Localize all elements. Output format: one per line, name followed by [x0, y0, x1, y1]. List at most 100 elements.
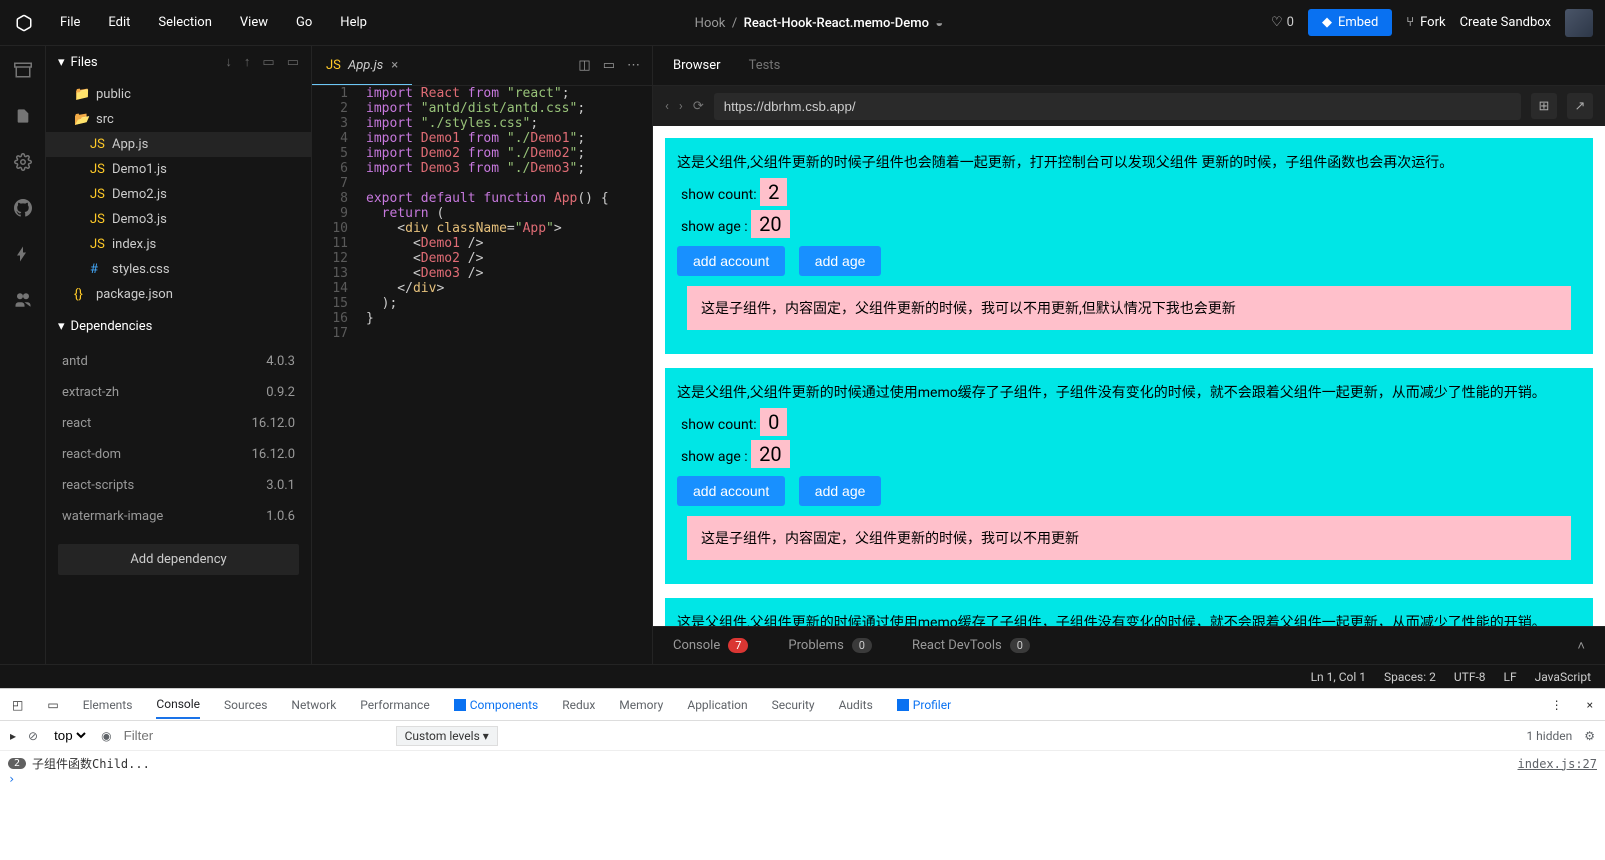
react-icon: [454, 699, 466, 711]
github-icon[interactable]: [13, 198, 33, 218]
menu-selection[interactable]: Selection: [158, 15, 211, 30]
tab-console[interactable]: Console7: [673, 638, 748, 653]
split-icon[interactable]: ◫: [578, 58, 590, 73]
folder-public[interactable]: 📁public: [46, 82, 311, 107]
file-demo1-js[interactable]: JSDemo1.js: [46, 157, 311, 182]
reload-icon[interactable]: ⟳: [693, 99, 704, 114]
tab-problems[interactable]: Problems0: [788, 638, 872, 653]
dt-tab-elements[interactable]: Elements: [83, 698, 133, 712]
users-icon[interactable]: [13, 290, 33, 310]
close-icon[interactable]: ×: [391, 58, 398, 73]
status-eol[interactable]: LF: [1504, 670, 1517, 684]
file-demo2-js[interactable]: JSDemo2.js: [46, 182, 311, 207]
open-external-icon[interactable]: ↗: [1567, 93, 1593, 119]
fork-button[interactable]: ⑂Fork: [1406, 15, 1445, 30]
log-source-link[interactable]: index.js:27: [1518, 757, 1597, 771]
menu-help[interactable]: Help: [340, 15, 367, 30]
file-demo3-js[interactable]: JSDemo3.js: [46, 207, 311, 232]
console-filter-input[interactable]: [124, 728, 384, 743]
dt-tab-audits[interactable]: Audits: [839, 698, 873, 712]
add-age-button[interactable]: add age: [799, 246, 882, 276]
eye-icon[interactable]: ◉: [101, 729, 111, 743]
create-sandbox-button[interactable]: Create Sandbox: [1460, 15, 1551, 30]
download-icon[interactable]: ↓: [225, 54, 232, 70]
dt-tab-memory[interactable]: Memory: [619, 698, 663, 712]
folder-src[interactable]: 📂src: [46, 107, 311, 132]
clear-console-icon[interactable]: ⊘: [28, 729, 38, 743]
tab-label: App.js: [348, 58, 383, 73]
dep-item[interactable]: extract-zh0.9.2: [46, 377, 311, 408]
folder-open-icon: 📂: [74, 112, 88, 127]
log-levels-select[interactable]: Custom levels ▾: [396, 726, 498, 746]
demo1-box: 这是父组件,父组件更新的时候子组件也会随着一起更新，打开控制台可以发现父组件 更…: [665, 138, 1593, 354]
tab-browser[interactable]: Browser: [673, 58, 721, 73]
console-prompt[interactable]: ›: [8, 772, 15, 786]
explorer-icon[interactable]: [13, 60, 33, 80]
back-icon[interactable]: ‹: [665, 99, 669, 114]
devtools-device-icon[interactable]: ▭: [47, 698, 58, 712]
code-editor[interactable]: 1import React from "react";2import "antd…: [312, 86, 652, 664]
dep-item[interactable]: watermark-image1.0.6: [46, 501, 311, 532]
tab-tests[interactable]: Tests: [749, 58, 781, 73]
add-age-button[interactable]: add age: [799, 476, 882, 506]
forward-icon[interactable]: ›: [679, 99, 683, 114]
add-account-button[interactable]: add account: [677, 246, 785, 276]
dt-tab-security[interactable]: Security: [772, 698, 815, 712]
like-button[interactable]: ♡ 0: [1271, 15, 1294, 30]
file-app-js[interactable]: JSApp.js: [46, 132, 311, 157]
dep-item[interactable]: react-dom16.12.0: [46, 439, 311, 470]
file-styles-css[interactable]: #styles.css: [46, 257, 311, 282]
menu-file[interactable]: File: [60, 15, 80, 30]
file-index-js[interactable]: JSindex.js: [46, 232, 311, 257]
files-section-header[interactable]: ▾ Files ↓ ↑ ▭ ▭: [46, 46, 311, 78]
embed-button[interactable]: ◆Embed: [1308, 9, 1392, 36]
dt-tab-network[interactable]: Network: [291, 698, 336, 712]
status-language[interactable]: JavaScript: [1535, 670, 1591, 684]
menu-view[interactable]: View: [240, 15, 268, 30]
console-sidebar-icon[interactable]: ▸: [10, 729, 16, 743]
file-package-json[interactable]: {}package.json: [46, 282, 311, 307]
dt-tab-redux[interactable]: Redux: [562, 698, 595, 712]
add-dependency-button[interactable]: Add dependency: [58, 544, 299, 575]
editor-tab-active[interactable]: JS App.js ×: [312, 46, 412, 85]
new-file-icon[interactable]: ▭: [287, 55, 299, 70]
context-select[interactable]: top: [50, 727, 89, 744]
devtools-close-icon[interactable]: ×: [1587, 698, 1593, 712]
dt-tab-application[interactable]: Application: [687, 698, 747, 712]
log-count-badge: 2: [8, 758, 26, 769]
dep-item[interactable]: react16.12.0: [46, 408, 311, 439]
menu-edit[interactable]: Edit: [108, 15, 130, 30]
avatar[interactable]: [1565, 9, 1593, 37]
status-spaces[interactable]: Spaces: 2: [1384, 670, 1436, 684]
dt-tab-console[interactable]: Console: [156, 697, 200, 719]
status-encoding[interactable]: UTF-8: [1454, 670, 1486, 684]
dt-tab-sources[interactable]: Sources: [224, 698, 267, 712]
menu-go[interactable]: Go: [296, 15, 312, 30]
devtools-inspect-icon[interactable]: ◰: [12, 698, 23, 712]
devtools-more-icon[interactable]: ⋮: [1551, 698, 1563, 712]
upload-icon[interactable]: ↑: [244, 54, 251, 70]
preview-icon[interactable]: ▭: [603, 58, 615, 73]
console-log-row: 2 子组件函数Child... index.js:27: [8, 755, 1597, 772]
rocket-icon[interactable]: [13, 244, 33, 264]
dt-tab-profiler[interactable]: Profiler: [897, 698, 951, 712]
child-box: 这是子组件，内容固定，父组件更新的时候，我可以不用更新,但默认情况下我也会更新: [687, 286, 1571, 330]
dep-item[interactable]: react-scripts3.0.1: [46, 470, 311, 501]
codesandbox-logo-icon[interactable]: [12, 11, 36, 35]
deps-section-header[interactable]: ▾ Dependencies: [46, 311, 311, 342]
dt-tab-components[interactable]: Components: [454, 698, 539, 712]
new-folder-icon[interactable]: ▭: [262, 55, 274, 70]
grid-icon[interactable]: ⊞: [1531, 93, 1557, 119]
dep-item[interactable]: antd4.0.3: [46, 346, 311, 377]
chevron-up-icon[interactable]: ˄: [1577, 638, 1585, 654]
add-account-button[interactable]: add account: [677, 476, 785, 506]
tab-react-devtools[interactable]: React DevTools0: [912, 638, 1030, 653]
status-position[interactable]: Ln 1, Col 1: [1311, 670, 1366, 684]
more-icon[interactable]: ⋯: [627, 58, 640, 73]
file-icon[interactable]: [13, 106, 33, 126]
hidden-count[interactable]: 1 hidden: [1526, 729, 1572, 743]
dt-tab-performance[interactable]: Performance: [360, 698, 429, 712]
address-input[interactable]: [714, 93, 1521, 120]
console-settings-icon[interactable]: ⚙: [1584, 729, 1595, 743]
gear-icon[interactable]: [13, 152, 33, 172]
